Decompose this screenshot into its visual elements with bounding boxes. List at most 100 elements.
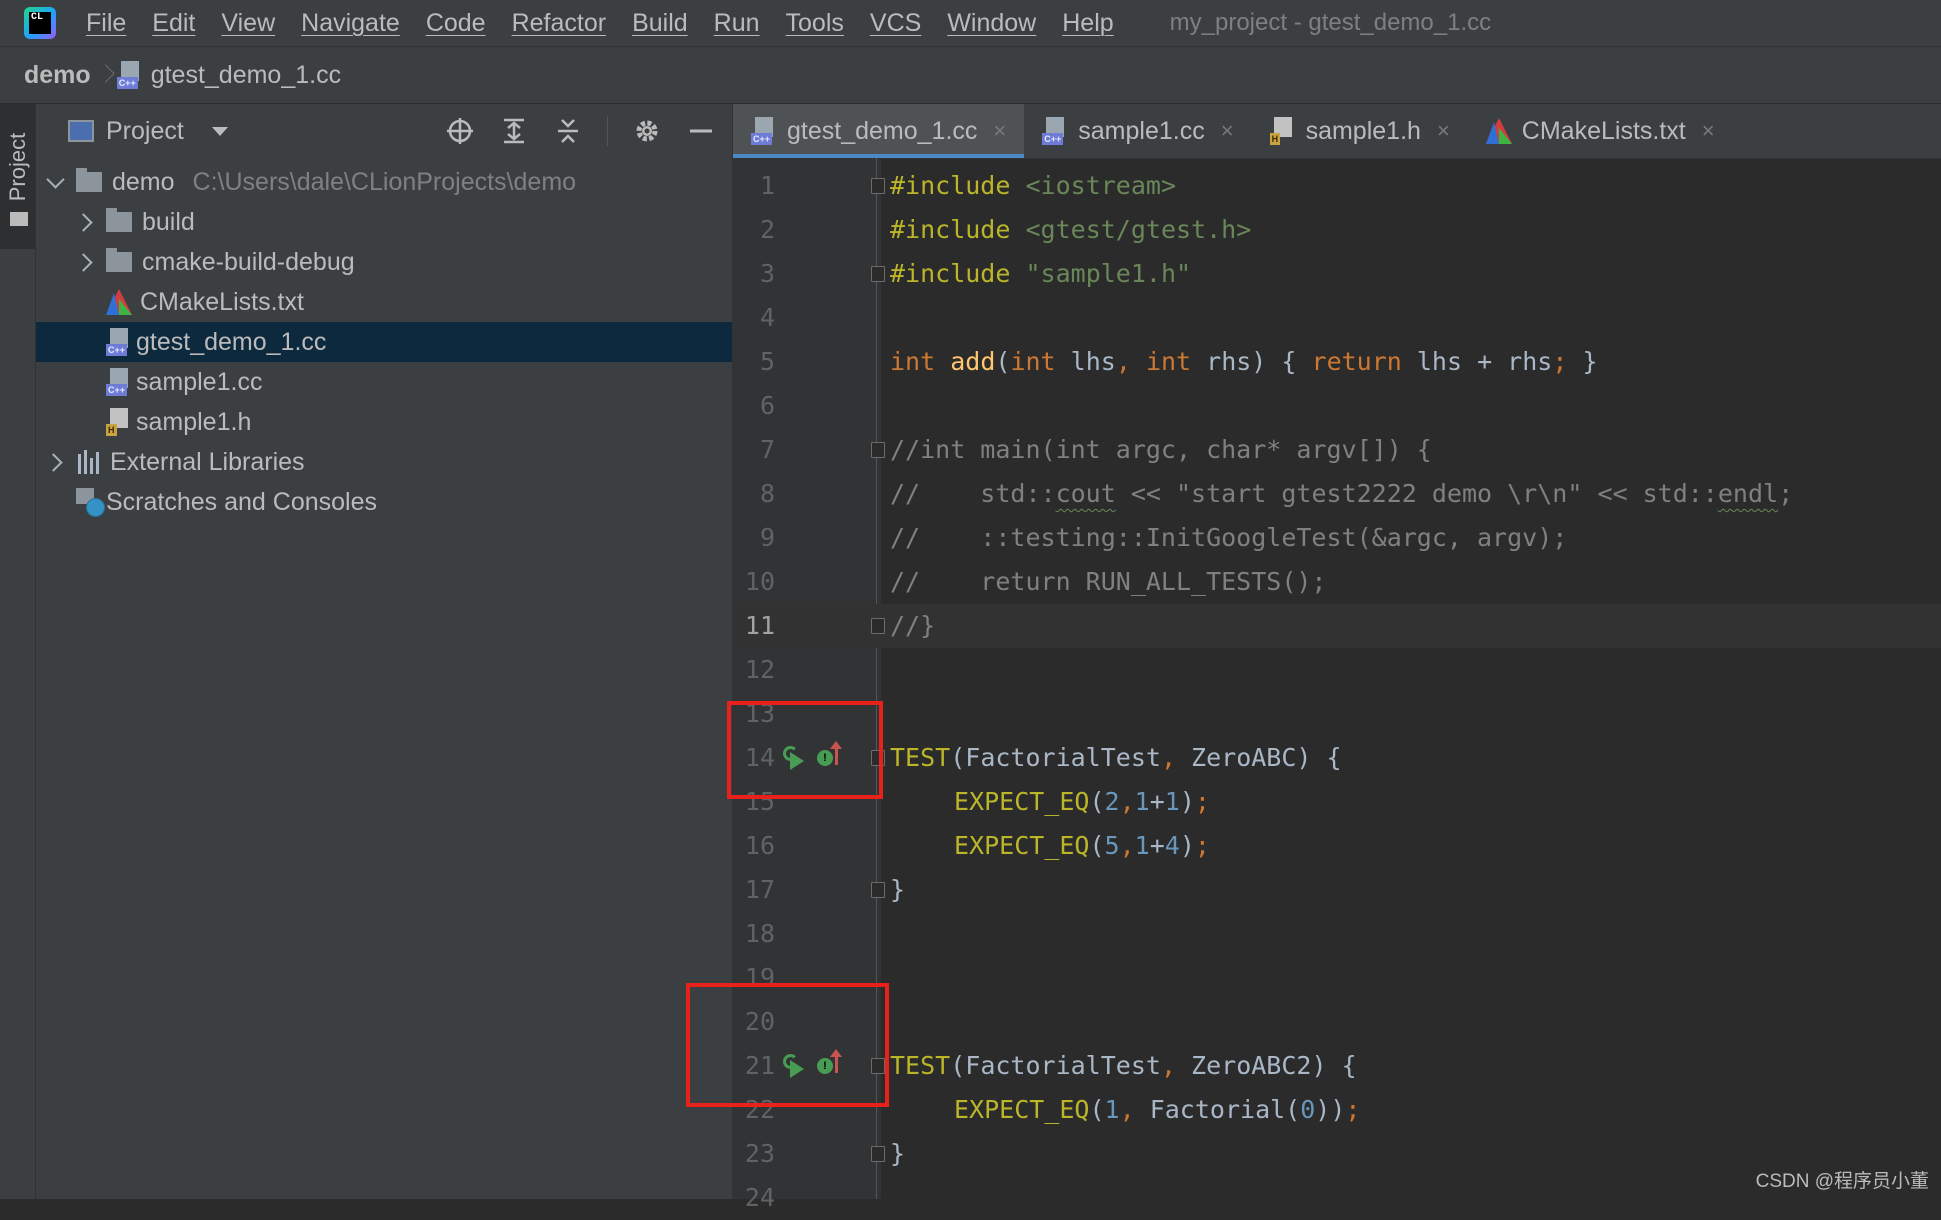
code-line[interactable]: 4 — [733, 296, 1941, 340]
chevron-right-icon[interactable] — [46, 452, 66, 472]
menu-window[interactable]: Window — [947, 9, 1036, 38]
line-number: 9 — [759, 523, 775, 552]
logo-text: CL — [29, 12, 51, 34]
fold-icon[interactable] — [871, 882, 885, 898]
code-line[interactable]: 16 EXPECT_EQ(5,1+4); — [733, 824, 1941, 868]
code-line[interactable]: 21 ! TEST(FactorialTest, ZeroABC2) { — [733, 1044, 1941, 1088]
chevron-down-icon[interactable] — [46, 172, 66, 192]
code-line[interactable]: 10 // return RUN_ALL_TESTS(); — [733, 560, 1941, 604]
expand-all-icon[interactable] — [499, 116, 529, 146]
fold-icon[interactable] — [871, 442, 885, 458]
code-line[interactable]: 19 — [733, 956, 1941, 1000]
tree-item-path: C:\Users\dale\CLionProjects\demo — [192, 167, 577, 196]
code-line[interactable]: 9 // ::testing::InitGoogleTest(&argc, ar… — [733, 516, 1941, 560]
tab-gtest-demo[interactable]: C++ gtest_demo_1.cc × — [733, 104, 1025, 158]
tab-cmakelists[interactable]: CMakeLists.txt × — [1468, 104, 1733, 158]
hide-panel-icon[interactable] — [686, 116, 716, 146]
fold-icon[interactable] — [871, 178, 885, 194]
menu-refactor[interactable]: Refactor — [512, 9, 606, 38]
project-tool-tab[interactable]: Project — [0, 104, 35, 249]
fold-icon[interactable] — [871, 618, 885, 634]
tree-item-sample1-h[interactable]: H sample1.h — [36, 402, 732, 442]
close-icon[interactable]: × — [1437, 118, 1450, 144]
menu-tools[interactable]: Tools — [786, 9, 844, 38]
code-line[interactable]: 2 #include <gtest/gtest.h> — [733, 208, 1941, 252]
close-icon[interactable]: × — [993, 118, 1006, 144]
code-text: // return RUN_ALL_TESTS(); — [890, 567, 1327, 596]
code-line[interactable]: 12 — [733, 648, 1941, 692]
line-number: 23 — [744, 1139, 775, 1168]
tab-sample1-h[interactable]: H sample1.h × — [1252, 104, 1468, 158]
code-text: //int main(int argc, char* argv[]) { — [890, 435, 1432, 464]
menu-edit[interactable]: Edit — [152, 9, 195, 38]
project-panel-title[interactable]: Project — [106, 117, 184, 146]
tab-sample1-cc[interactable]: C++ sample1.cc × — [1024, 104, 1251, 158]
code-line-current[interactable]: 11 //} — [733, 604, 1941, 648]
window-title: my_project - gtest_demo_1.cc — [1169, 9, 1492, 36]
code-line[interactable]: 22 EXPECT_EQ(1, Factorial(0)); — [733, 1088, 1941, 1132]
code-text: // std::cout << "start gtest2222 demo \r… — [890, 479, 1794, 508]
code-line[interactable]: 20 — [733, 1000, 1941, 1044]
menu-code[interactable]: Code — [426, 9, 486, 38]
code-line[interactable]: 13 — [733, 692, 1941, 736]
fold-icon[interactable] — [871, 1146, 885, 1162]
code-line[interactable]: 1 #include <iostream> — [733, 164, 1941, 208]
code-text: #include <gtest/gtest.h> — [890, 215, 1252, 244]
tool-window-strip: Project — [0, 104, 36, 1199]
tree-item-build[interactable]: build — [36, 202, 732, 242]
line-number: 17 — [744, 875, 775, 904]
tree-item-cmake-build-debug[interactable]: cmake-build-debug — [36, 242, 732, 282]
breadcrumb-file[interactable]: gtest_demo_1.cc — [151, 61, 341, 90]
line-number: 4 — [759, 303, 775, 332]
code-line[interactable]: 5 int add(int lhs, int rhs) { return lhs… — [733, 340, 1941, 384]
select-opened-file-icon[interactable] — [445, 116, 475, 146]
line-number: 16 — [744, 831, 775, 860]
header-file-icon: H — [1269, 117, 1296, 145]
menu-vcs[interactable]: VCS — [870, 9, 921, 38]
line-number: 10 — [744, 567, 775, 596]
tree-item-label: sample1.h — [136, 407, 252, 436]
menu-build[interactable]: Build — [632, 9, 688, 38]
menu-run[interactable]: Run — [714, 9, 760, 38]
chevron-down-icon[interactable] — [211, 126, 228, 136]
code-line[interactable]: 8 // std::cout << "start gtest2222 demo … — [733, 472, 1941, 516]
highlight-box — [686, 983, 889, 1107]
code-text: #include "sample1.h" — [890, 259, 1192, 288]
tree-item-label: Scratches and Consoles — [106, 487, 377, 516]
clion-logo-icon[interactable]: CL — [24, 7, 56, 39]
tree-item-cmakelists[interactable]: CMakeLists.txt — [36, 282, 732, 322]
gear-icon[interactable] — [632, 116, 662, 146]
menu-file[interactable]: File — [86, 9, 126, 38]
code-line[interactable]: 3 #include "sample1.h" — [733, 252, 1941, 296]
collapse-all-icon[interactable] — [553, 116, 583, 146]
tree-item-gtest-demo[interactable]: C++ gtest_demo_1.cc — [36, 322, 732, 362]
tree-item-scratches[interactable]: Scratches and Consoles — [36, 482, 732, 522]
code-line[interactable]: 7 //int main(int argc, char* argv[]) { — [733, 428, 1941, 472]
tree-item-demo[interactable]: demo C:\Users\dale\CLionProjects\demo — [36, 162, 732, 202]
code-line[interactable]: 6 — [733, 384, 1941, 428]
code-text: EXPECT_EQ(2,1+1); — [954, 787, 1210, 816]
chevron-right-icon[interactable] — [76, 212, 96, 232]
code-line[interactable]: 14 ! TEST(FactorialTest, ZeroABC) { — [733, 736, 1941, 780]
tree-item-sample1-cc[interactable]: C++ sample1.cc — [36, 362, 732, 402]
menu-help[interactable]: Help — [1062, 9, 1113, 38]
close-icon[interactable]: × — [1221, 118, 1234, 144]
breadcrumb-separator-icon — [99, 64, 109, 86]
code-text: EXPECT_EQ(5,1+4); — [954, 831, 1210, 860]
tree-item-label: External Libraries — [110, 447, 305, 476]
code-text: //} — [890, 611, 936, 640]
breadcrumb-root[interactable]: demo — [24, 61, 91, 90]
close-icon[interactable]: × — [1702, 118, 1715, 144]
code-text: // ::testing::InitGoogleTest(&argc, argv… — [890, 523, 1568, 552]
code-line[interactable]: 17 } — [733, 868, 1941, 912]
fold-icon[interactable] — [871, 266, 885, 282]
tab-label: sample1.h — [1305, 116, 1421, 145]
menu-view[interactable]: View — [221, 9, 275, 38]
cpp-file-icon: C++ — [116, 61, 143, 89]
menu-navigate[interactable]: Navigate — [301, 9, 400, 38]
tree-item-external-libraries[interactable]: External Libraries — [36, 442, 732, 482]
code-line[interactable]: 18 — [733, 912, 1941, 956]
tree-item-label: demo — [112, 167, 175, 196]
chevron-right-icon[interactable] — [76, 252, 96, 272]
code-line[interactable]: 15 EXPECT_EQ(2,1+1); — [733, 780, 1941, 824]
